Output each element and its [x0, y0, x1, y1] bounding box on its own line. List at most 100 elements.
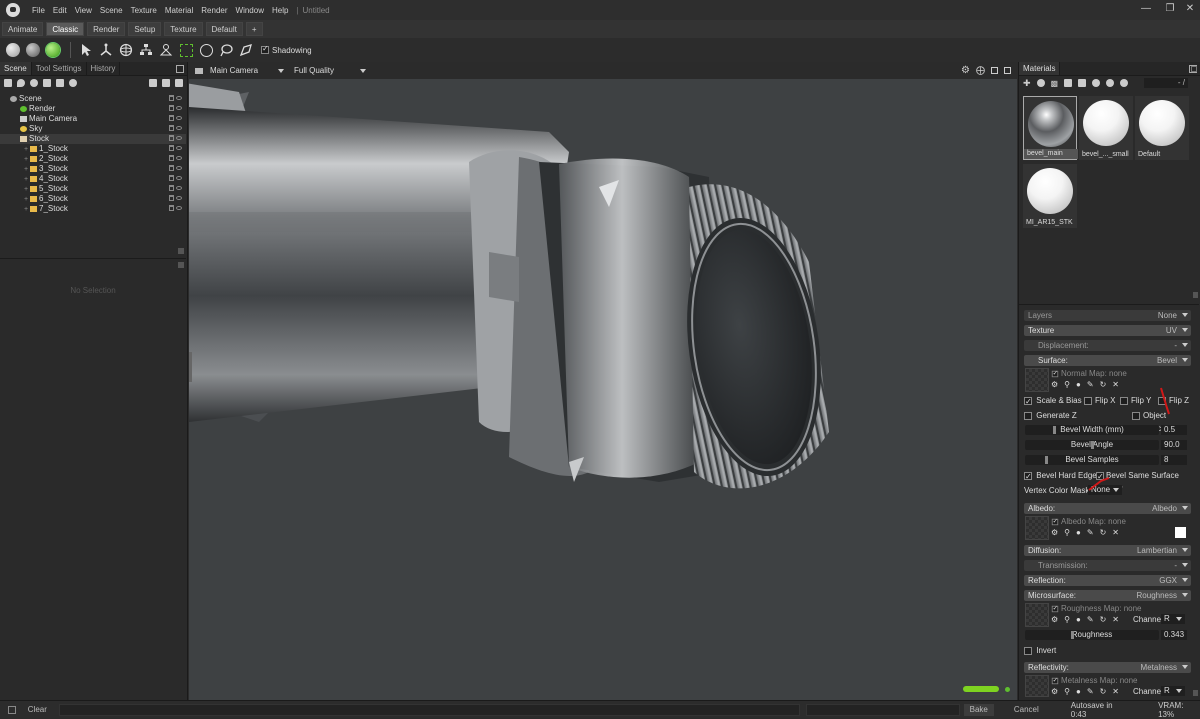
camera-select[interactable]: Main Camera: [206, 65, 286, 77]
tab-animate[interactable]: Animate: [2, 22, 44, 36]
albedo-map-slot[interactable]: [1025, 516, 1049, 540]
visibility-eye-icon[interactable]: [176, 146, 182, 150]
visibility-eye-icon[interactable]: [176, 116, 182, 120]
lock-icon[interactable]: [169, 175, 174, 181]
albedo-map-checkbox[interactable]: [1051, 517, 1059, 526]
roughness-slider[interactable]: Roughness: [1025, 630, 1159, 640]
visibility-eye-icon[interactable]: [176, 206, 182, 210]
invert-checkbox[interactable]: [1024, 646, 1032, 655]
slider-knob[interactable]: [1045, 456, 1048, 464]
clear-icon[interactable]: ✕: [1112, 528, 1119, 537]
layers-header[interactable]: Layers None: [1024, 310, 1191, 321]
lit-shading-icon[interactable]: [24, 41, 42, 59]
delete-icon[interactable]: [1078, 79, 1087, 87]
properties-scroll-handle[interactable]: [178, 262, 184, 268]
settings-icon[interactable]: ⚙: [1051, 528, 1058, 537]
material-thumb-mi-ar15-stk[interactable]: MI_AR15_STK: [1023, 164, 1077, 228]
folder-icon[interactable]: [149, 79, 157, 87]
bevel-hard-edges-checkbox[interactable]: [1024, 470, 1032, 483]
rotate-icon[interactable]: [117, 41, 135, 59]
hierarchy-icon[interactable]: [137, 41, 155, 59]
tab-materials[interactable]: Materials: [1019, 62, 1061, 75]
clear-icon[interactable]: ✕: [1112, 687, 1119, 696]
lock-icon[interactable]: [169, 95, 174, 101]
metalness-map-slot[interactable]: [1025, 675, 1049, 697]
edit-icon[interactable]: ✎: [1087, 528, 1094, 537]
visibility-eye-icon[interactable]: [176, 156, 182, 160]
crosshair-icon[interactable]: ⨁: [976, 65, 985, 76]
pick-icon[interactable]: [1092, 79, 1101, 87]
settings-icon[interactable]: [1120, 79, 1129, 87]
settings-icon[interactable]: ⚙: [1051, 380, 1058, 389]
surface-header[interactable]: Surface: Bevel: [1024, 355, 1191, 366]
texture-header[interactable]: Texture UV: [1024, 325, 1191, 336]
reflectivity-header[interactable]: Reflectivity: Metalness: [1024, 662, 1191, 673]
add-audio-icon[interactable]: [69, 79, 77, 87]
scene-tree-item[interactable]: +2_Stock: [0, 154, 186, 164]
menu-render[interactable]: Render: [197, 6, 231, 15]
duplicate-icon[interactable]: [162, 79, 170, 87]
add-object-icon[interactable]: [4, 79, 12, 87]
menu-texture[interactable]: Texture: [127, 6, 161, 15]
bake-button[interactable]: Bake: [963, 703, 994, 716]
visibility-eye-icon[interactable]: [176, 176, 182, 180]
scale-bias-checkbox[interactable]: [1024, 395, 1032, 408]
microsurface-header[interactable]: Microsurface: Roughness: [1024, 590, 1191, 601]
lock-icon[interactable]: [169, 155, 174, 161]
console-input[interactable]: [58, 703, 800, 716]
menu-material[interactable]: Material: [161, 6, 197, 15]
tab-scene[interactable]: Scene: [0, 62, 32, 75]
refresh-icon[interactable]: ↻: [1100, 615, 1107, 624]
maximize-icon[interactable]: ❐: [1160, 2, 1180, 16]
scene-tree-item[interactable]: Stock: [0, 134, 186, 144]
roughness-map-checkbox[interactable]: [1051, 604, 1059, 613]
shadowing-checkbox[interactable]: [261, 44, 269, 54]
delete-icon[interactable]: [175, 79, 183, 87]
add-material-icon[interactable]: ✚: [1023, 78, 1031, 89]
lock-icon[interactable]: [169, 185, 174, 191]
lock-icon[interactable]: [169, 165, 174, 171]
scene-tree-item[interactable]: Render: [0, 104, 186, 114]
lock-icon[interactable]: [169, 145, 174, 151]
undock-icon[interactable]: [176, 65, 184, 73]
channel-select-2[interactable]: R: [1161, 686, 1185, 696]
scene-tree-item[interactable]: +6_Stock: [0, 194, 186, 204]
material-thumb-bevel-main[interactable]: bevel_main: [1023, 96, 1078, 160]
search-icon[interactable]: ⚲: [1064, 615, 1070, 624]
visibility-eye-icon[interactable]: [176, 166, 182, 170]
visibility-eye-icon[interactable]: [176, 106, 182, 110]
scene-tree-item[interactable]: +3_Stock: [0, 164, 186, 174]
visibility-eye-icon[interactable]: [176, 126, 182, 130]
viewport[interactable]: Main Camera Full Quality ⚙ ⨁: [189, 62, 1017, 700]
visibility-eye-icon[interactable]: [176, 96, 182, 100]
scene-tree-item[interactable]: +1_Stock: [0, 144, 186, 154]
menu-view[interactable]: View: [71, 6, 96, 15]
lock-icon[interactable]: [169, 125, 174, 131]
settings-icon[interactable]: ⚙: [1051, 615, 1058, 624]
refresh-icon[interactable]: [1106, 79, 1115, 87]
scene-tree-item[interactable]: Sky: [0, 124, 186, 134]
settings-icon[interactable]: ⚙: [1051, 687, 1058, 696]
scene-tree-item[interactable]: +5_Stock: [0, 184, 186, 194]
edit-icon[interactable]: ✎: [1087, 615, 1094, 624]
quality-select[interactable]: Full Quality: [290, 65, 368, 77]
menu-file[interactable]: File: [28, 6, 49, 15]
clear-icon[interactable]: ✕: [1112, 615, 1119, 624]
tab-setup[interactable]: Setup: [128, 22, 162, 36]
channel-select[interactable]: R: [1161, 614, 1185, 624]
reflection-header[interactable]: Reflection: GGX: [1024, 575, 1191, 586]
paint-icon[interactable]: ●: [1076, 528, 1081, 537]
add-light-icon[interactable]: [17, 79, 25, 87]
close-icon[interactable]: ✕: [1180, 2, 1200, 16]
lasso-icon[interactable]: [217, 41, 235, 59]
refresh-icon[interactable]: ↻: [1100, 528, 1107, 537]
add-sky-icon[interactable]: [30, 79, 38, 87]
lock-icon[interactable]: [169, 195, 174, 201]
search-icon[interactable]: ⚲: [1064, 528, 1070, 537]
scene-tree-item[interactable]: +7_Stock: [0, 204, 186, 214]
add-tab-button[interactable]: +: [245, 22, 263, 36]
transmission-header[interactable]: Transmission: -: [1024, 560, 1191, 571]
paint-icon[interactable]: ●: [1076, 615, 1081, 624]
tab-history[interactable]: History: [87, 62, 121, 75]
menu-help[interactable]: Help: [268, 6, 292, 15]
